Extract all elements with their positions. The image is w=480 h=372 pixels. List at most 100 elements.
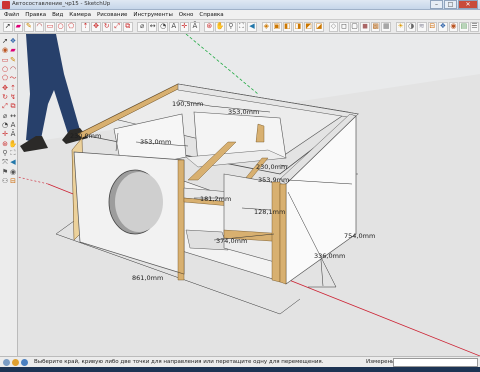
monochrome-icon[interactable]: ▦ bbox=[381, 21, 392, 32]
maximize-button[interactable]: □ bbox=[444, 0, 457, 9]
circle-icon[interactable]: ○ bbox=[55, 21, 66, 32]
rotate-icon[interactable]: ↻ bbox=[1, 93, 9, 101]
3dtext-icon[interactable]: Ā bbox=[190, 21, 200, 32]
rotate-icon[interactable]: ↻ bbox=[101, 21, 112, 32]
zoom-extents-icon[interactable]: ⤧ bbox=[1, 158, 9, 166]
menu-window[interactable]: Окно bbox=[179, 12, 194, 18]
xray-icon[interactable]: ◇ bbox=[328, 21, 339, 32]
menu-edit[interactable]: Правка bbox=[25, 12, 46, 18]
text-icon[interactable]: A bbox=[9, 121, 17, 129]
arc-icon[interactable]: ◠ bbox=[34, 21, 45, 32]
dim-label: 128,1mm bbox=[254, 208, 285, 216]
left-view-icon[interactable]: ◪ bbox=[314, 21, 324, 32]
front-view-icon[interactable]: ◧ bbox=[282, 21, 293, 32]
select-icon[interactable]: ➚ bbox=[1, 37, 9, 45]
offset-icon[interactable]: ⧉ bbox=[122, 21, 133, 32]
dimension-icon[interactable]: ↔ bbox=[147, 21, 158, 32]
pan-icon[interactable]: ✋ bbox=[215, 21, 226, 32]
textured-icon[interactable]: ▩ bbox=[370, 21, 381, 32]
styles-icon[interactable]: ▤ bbox=[459, 21, 469, 32]
menu-help[interactable]: Справка bbox=[199, 12, 223, 18]
scale-icon[interactable]: ⤢ bbox=[1, 102, 9, 110]
minimize-button[interactable]: – bbox=[430, 0, 443, 9]
pan-icon[interactable]: ✋ bbox=[9, 140, 18, 148]
help-icon[interactable] bbox=[21, 359, 28, 366]
fog-icon[interactable]: ≋ bbox=[416, 21, 427, 32]
close-button[interactable]: ✕ bbox=[458, 0, 478, 9]
polygon-icon[interactable]: ⬠ bbox=[1, 74, 9, 82]
menu-draw[interactable]: Рисование bbox=[97, 12, 127, 18]
measurements-input[interactable] bbox=[393, 358, 478, 367]
sketchup-app-icon bbox=[2, 1, 10, 9]
eraser-icon[interactable]: ▰ bbox=[13, 21, 24, 32]
right-view-icon[interactable]: ◨ bbox=[293, 21, 303, 32]
menu-tools[interactable]: Инструменты bbox=[133, 12, 172, 18]
tape-icon[interactable]: ⌀ bbox=[1, 112, 9, 120]
dim-label: 861,0mm bbox=[132, 274, 163, 282]
previous-view-icon[interactable]: ◀ bbox=[9, 158, 17, 166]
paint-bucket-icon[interactable]: ◉ bbox=[1, 46, 9, 54]
arc-icon[interactable]: ◠ bbox=[9, 65, 17, 73]
pushpull-icon[interactable]: ⇡ bbox=[9, 84, 17, 92]
main-toolbar: ➚ ▰ ✎ ◠ ▭ ○ ⬠ ⇡ ✥ ↻ ⤢ ⧉ ⌀ ↔ ◔ A ✛ Ā ⊛ ✋ … bbox=[0, 20, 480, 34]
wireframe-icon[interactable]: ◻ bbox=[339, 21, 349, 32]
protractor-icon[interactable]: ◔ bbox=[158, 21, 168, 32]
shaded-icon[interactable]: ◼ bbox=[360, 21, 370, 32]
shadow-icon[interactable]: ◑ bbox=[406, 21, 416, 32]
dim-label: 190,5mm bbox=[172, 100, 203, 108]
sun-icon[interactable]: ☀ bbox=[395, 21, 406, 32]
top-view-icon[interactable]: ▣ bbox=[272, 21, 282, 32]
menu-file[interactable]: Файл bbox=[4, 12, 19, 18]
dim-label: 353,0mm bbox=[228, 108, 259, 116]
hidden-line-icon[interactable]: ▢ bbox=[349, 21, 360, 32]
circle-icon[interactable]: ○ bbox=[1, 65, 9, 73]
model-canvas[interactable]: 190,5mm 353,0mm 230,0mm 353,0mm 230,0mm … bbox=[18, 34, 480, 356]
move-icon[interactable]: ✥ bbox=[1, 84, 9, 92]
window-controls: – □ ✕ bbox=[429, 0, 478, 9]
rectangle-icon[interactable]: ▭ bbox=[45, 21, 55, 32]
iso-view-icon[interactable]: ◈ bbox=[261, 21, 272, 32]
axes-icon[interactable]: ✛ bbox=[179, 21, 190, 32]
pushpull-icon[interactable]: ⇡ bbox=[80, 21, 91, 32]
dimension-icon[interactable]: ↔ bbox=[9, 112, 17, 120]
materials-icon[interactable]: ◉ bbox=[448, 21, 459, 32]
move-icon[interactable]: ✥ bbox=[91, 21, 101, 32]
eraser-icon[interactable]: ▰ bbox=[9, 46, 17, 54]
section-plane-icon[interactable]: ⊟ bbox=[9, 177, 17, 185]
zoom-icon[interactable]: ⚲ bbox=[226, 21, 236, 32]
components-icon[interactable]: ❖ bbox=[438, 21, 448, 32]
dim-label: 353,9mm bbox=[258, 176, 289, 184]
back-view-icon[interactable]: ◩ bbox=[303, 21, 314, 32]
credits-icon[interactable] bbox=[12, 359, 19, 366]
line-icon[interactable]: ✎ bbox=[9, 56, 17, 64]
make-component-icon[interactable]: ❖ bbox=[9, 37, 17, 45]
text-icon[interactable]: A bbox=[169, 21, 179, 32]
polygon-icon[interactable]: ⬠ bbox=[66, 21, 76, 32]
offset-icon[interactable]: ⧉ bbox=[9, 102, 17, 110]
scale-icon[interactable]: ⤢ bbox=[112, 21, 122, 32]
zoom-extents-icon[interactable]: ⛶ bbox=[236, 21, 247, 32]
protractor-icon[interactable]: ◔ bbox=[1, 121, 9, 129]
walk-icon[interactable]: ⚇ bbox=[1, 177, 9, 185]
tape-icon[interactable]: ⌀ bbox=[137, 21, 147, 32]
drawing-viewport[interactable]: 190,5mm 353,0mm 230,0mm 353,0mm 230,0mm … bbox=[18, 34, 480, 356]
menu-view[interactable]: Вид bbox=[52, 12, 63, 18]
rectangle-icon[interactable]: ▭ bbox=[1, 56, 9, 64]
previous-view-icon[interactable]: ◀ bbox=[247, 21, 257, 32]
freehand-icon[interactable]: 〜 bbox=[9, 74, 17, 82]
dim-label: 230,0mm bbox=[70, 132, 101, 140]
pencil-icon[interactable]: ✎ bbox=[24, 21, 34, 32]
select-icon[interactable]: ➚ bbox=[3, 21, 13, 32]
zoom-icon[interactable]: ⚲ bbox=[1, 149, 9, 157]
zoom-window-icon[interactable]: ⛶ bbox=[9, 149, 17, 157]
position-camera-icon[interactable]: ⚑ bbox=[1, 168, 9, 176]
orbit-icon[interactable]: ⊛ bbox=[204, 21, 215, 32]
axes-icon[interactable]: ✛ bbox=[1, 130, 9, 138]
geo-location-icon[interactable] bbox=[3, 359, 10, 366]
3dtext-icon[interactable]: Ā bbox=[9, 130, 17, 138]
menu-camera[interactable]: Камера bbox=[69, 12, 91, 18]
layers-icon[interactable]: ☰ bbox=[469, 21, 480, 32]
look-around-icon[interactable]: ◉ bbox=[9, 168, 17, 176]
followme-icon[interactable]: ↯ bbox=[9, 93, 17, 101]
section-icon[interactable]: ⊟ bbox=[427, 21, 438, 32]
